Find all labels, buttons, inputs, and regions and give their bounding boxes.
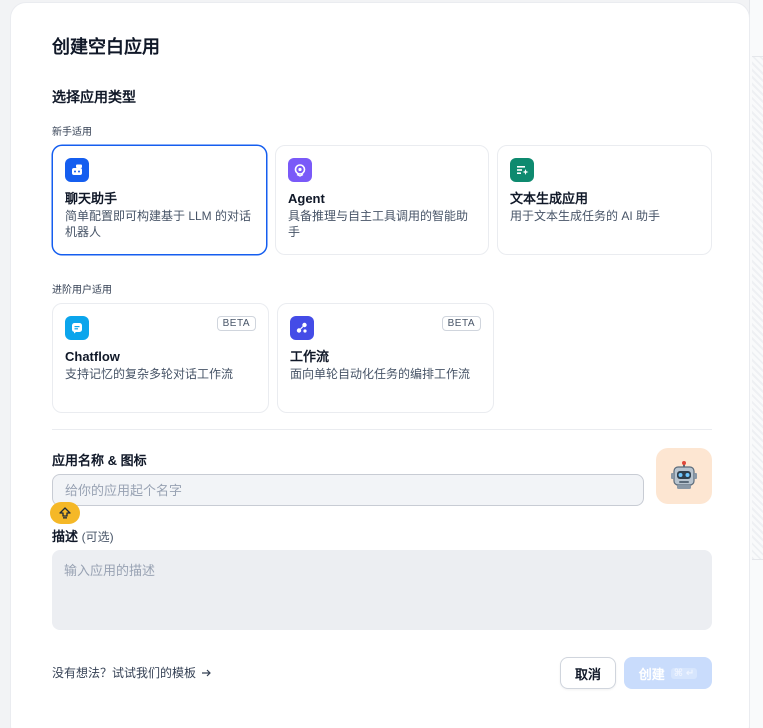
- app-type-desc: 具备推理与自主工具调用的智能助手: [288, 209, 469, 239]
- name-field-label: 应用名称 & 图标: [52, 453, 147, 468]
- arrow-right-icon: [202, 669, 211, 676]
- desc-field-label: 描述 (可选): [52, 526, 114, 545]
- app-type-desc: 简单配置即可构建基于 LLM 的对话机器人: [65, 209, 252, 239]
- app-type-desc: 支持记忆的复杂多轮对话工作流: [65, 367, 234, 381]
- background-panel: [749, 0, 763, 728]
- beta-badge: BETA: [216, 316, 256, 331]
- desc-optional-text: (可选): [81, 530, 114, 544]
- app-type-name: 聊天助手: [65, 191, 118, 206]
- app-name-input[interactable]: [52, 474, 644, 506]
- workflow-icon: [290, 316, 314, 340]
- text-generation-icon: [510, 158, 534, 182]
- create-shortcut-hint: ⌘ ↵: [670, 667, 698, 679]
- app-type-card-text-generation[interactable]: 文本生成应用 用于文本生成任务的 AI 助手: [497, 145, 712, 255]
- dialog-title: 创建空白应用: [52, 37, 160, 57]
- app-type-name: 文本生成应用: [510, 191, 589, 206]
- app-type-desc: 面向单轮自动化任务的编排工作流: [290, 367, 471, 381]
- create-app-dialog: 创建空白应用 选择应用类型 新手适用 聊天助手 简单配置即可构建基于 LLM 的…: [10, 2, 750, 728]
- app-type-card-agent[interactable]: Agent 具备推理与自主工具调用的智能助手: [275, 145, 489, 255]
- upload-hint-badge[interactable]: [50, 502, 80, 524]
- agent-icon: [288, 158, 312, 182]
- chat-bot-icon: [65, 158, 89, 182]
- app-icon-picker[interactable]: [656, 448, 712, 504]
- robot-emoji-icon: [671, 461, 697, 489]
- template-link[interactable]: 没有想法？试试我们的模板: [52, 664, 212, 681]
- section-divider: [52, 429, 712, 430]
- template-link-text: 没有想法？试试我们的模板: [52, 666, 197, 680]
- cancel-button[interactable]: 取消: [560, 657, 616, 689]
- app-type-card-workflow[interactable]: BETA 工作流 面向单轮自动化任务的编排工作流: [277, 303, 494, 413]
- create-button[interactable]: 创建 ⌘ ↵: [624, 657, 712, 689]
- app-type-card-chat-assistant[interactable]: 聊天助手 简单配置即可构建基于 LLM 的对话机器人: [52, 145, 267, 255]
- app-type-card-chatflow[interactable]: BETA Chatflow 支持记忆的复杂多轮对话工作流: [52, 303, 269, 413]
- app-type-name: Agent: [288, 191, 325, 206]
- create-button-label: 创建: [638, 666, 665, 682]
- desc-label-text: 描述: [52, 529, 79, 544]
- app-description-input[interactable]: [52, 550, 712, 630]
- chatflow-icon: [65, 316, 89, 340]
- app-type-name: Chatflow: [65, 349, 120, 364]
- arrow-up-icon: [59, 507, 71, 519]
- background-pattern: [752, 56, 763, 560]
- app-type-desc: 用于文本生成任务的 AI 助手: [510, 209, 661, 223]
- group-label-advanced: 进阶用户适用: [52, 285, 112, 296]
- beta-badge: BETA: [441, 316, 481, 331]
- app-type-name: 工作流: [290, 349, 330, 364]
- section-title: 选择应用类型: [52, 89, 136, 105]
- group-label-beginner: 新手适用: [52, 127, 92, 138]
